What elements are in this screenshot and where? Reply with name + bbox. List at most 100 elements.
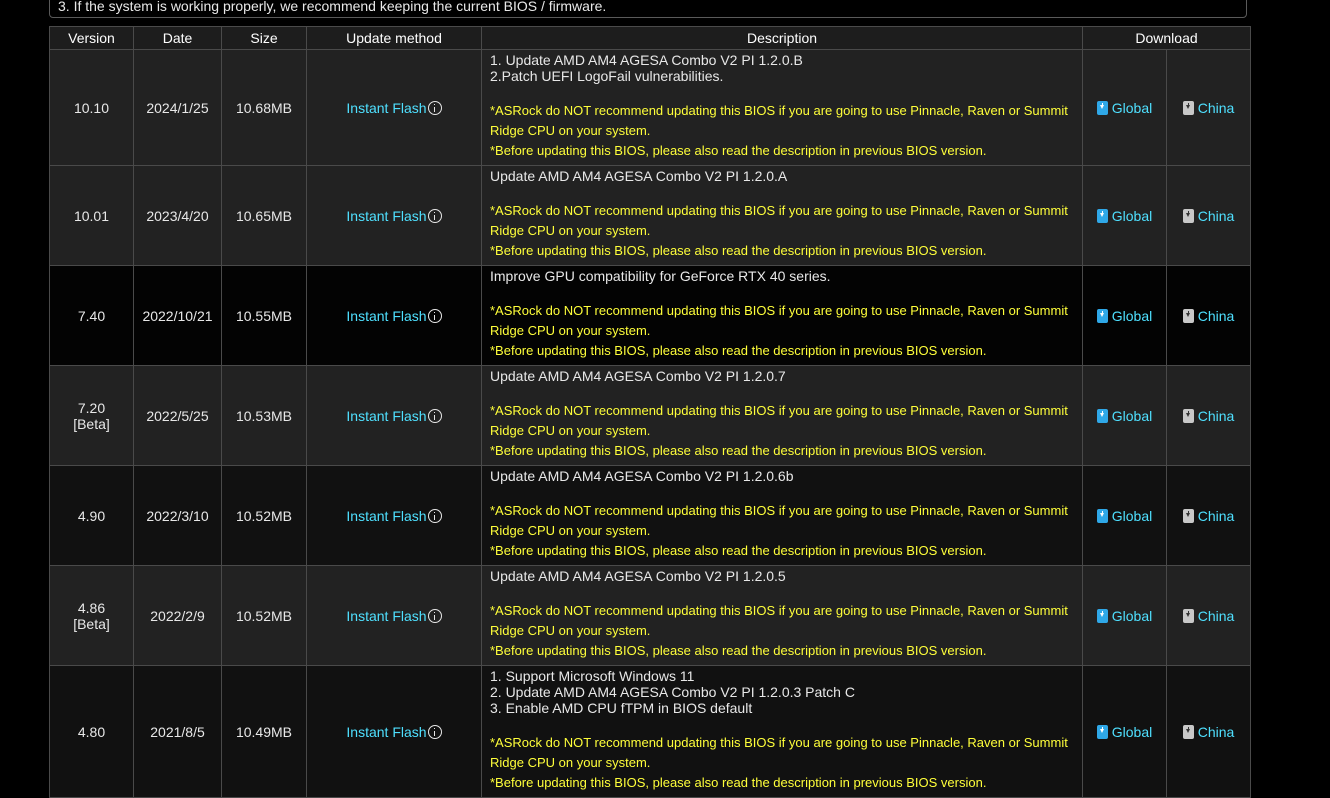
instant-flash-link[interactable]: Instant Flash xyxy=(346,408,426,424)
global-label: Global xyxy=(1111,407,1153,424)
update-method-cell: Instant Flash xyxy=(306,365,482,466)
description-cell: Update AMD AM4 AGESA Combo V2 PI 1.2.0.7… xyxy=(481,365,1083,466)
date-cell: 2022/5/25 xyxy=(133,365,222,466)
download-global-cell: Global xyxy=(1082,49,1167,166)
header-size: Size xyxy=(221,26,307,50)
global-download-link[interactable]: Global xyxy=(1096,508,1152,524)
table-row: 4.86 [Beta] 2022/2/9 10.52MB Instant Fla… xyxy=(49,565,1252,666)
instant-flash-link[interactable]: Instant Flash xyxy=(346,508,426,524)
table-row: 10.01 2023/4/20 10.65MB Instant Flash Up… xyxy=(49,165,1252,266)
download-china-cell: China xyxy=(1165,465,1252,566)
global-download-link[interactable]: Global xyxy=(1096,407,1153,424)
bios-table: Version Date Size Update method Descript… xyxy=(49,26,1252,798)
table-row: 7.20 [Beta] 2022/5/25 10.53MB Instant Fl… xyxy=(49,365,1252,466)
download-file-icon xyxy=(1096,208,1108,223)
warning-previous: *Before updating this BIOS, please also … xyxy=(490,775,987,790)
download-file-icon xyxy=(1182,508,1194,523)
warning-cpu: *ASRock do NOT recommend updating this B… xyxy=(490,203,1068,238)
description-line: 1. Update AMD AM4 AGESA Combo V2 PI 1.2.… xyxy=(490,52,803,68)
instant-flash-link[interactable]: Instant Flash xyxy=(346,100,426,116)
warning-cpu: *ASRock do NOT recommend updating this B… xyxy=(490,503,1068,538)
global-download-link[interactable]: Global xyxy=(1096,307,1153,324)
table-header-row: Version Date Size Update method Descript… xyxy=(49,26,1252,50)
download-file-icon xyxy=(1182,608,1194,623)
global-label: Global xyxy=(1111,723,1153,740)
warning-previous: *Before updating this BIOS, please also … xyxy=(490,143,987,158)
warning-previous: *Before updating this BIOS, please also … xyxy=(490,443,987,458)
version-cell: 7.40 xyxy=(49,265,134,366)
version-cell: 10.10 xyxy=(49,49,134,166)
version-number: 7.20 xyxy=(77,399,106,416)
warning-previous: *Before updating this BIOS, please also … xyxy=(490,343,987,358)
global-download-link[interactable]: Global xyxy=(1096,723,1153,740)
download-file-icon xyxy=(1096,608,1108,623)
warning-previous: *Before updating this BIOS, please also … xyxy=(490,243,987,258)
header-update-method: Update method xyxy=(306,26,482,50)
warning-cpu: *ASRock do NOT recommend updating this B… xyxy=(490,735,1068,770)
china-download-link[interactable]: China xyxy=(1182,207,1235,224)
china-label: China xyxy=(1197,407,1235,424)
header-description: Description xyxy=(481,26,1083,50)
global-download-link[interactable]: Global xyxy=(1096,207,1153,224)
download-file-icon xyxy=(1182,208,1194,223)
info-icon[interactable] xyxy=(427,208,442,223)
size-cell: 10.68MB xyxy=(221,49,307,166)
download-global-cell: Global xyxy=(1082,465,1167,566)
download-file-icon xyxy=(1182,308,1194,323)
description-line: Update AMD AM4 AGESA Combo V2 PI 1.2.0.5 xyxy=(490,568,786,584)
size-cell: 10.49MB xyxy=(221,665,307,798)
date-cell: 2022/2/9 xyxy=(133,565,222,666)
info-icon[interactable] xyxy=(427,408,442,423)
download-file-icon xyxy=(1182,100,1194,115)
update-method-cell: Instant Flash xyxy=(306,265,482,366)
version-cell: 4.80 xyxy=(49,665,134,798)
info-icon[interactable] xyxy=(427,308,442,323)
download-china-cell: China xyxy=(1165,565,1252,666)
global-download-link[interactable]: Global xyxy=(1096,100,1152,116)
date-cell: 2022/3/10 xyxy=(133,465,222,566)
china-download-link[interactable]: China xyxy=(1182,308,1234,324)
china-download-link[interactable]: China xyxy=(1182,723,1235,740)
instant-flash-link[interactable]: Instant Flash xyxy=(346,608,426,624)
date-cell: 2021/8/5 xyxy=(133,665,222,798)
version-number: 4.86 xyxy=(77,599,106,616)
table-row: 7.40 2022/10/21 10.55MB Instant Flash Im… xyxy=(49,265,1252,366)
description-line: 3. Enable AMD CPU fTPM in BIOS default xyxy=(490,700,753,716)
china-label: China xyxy=(1197,207,1235,224)
description-cell: Update AMD AM4 AGESA Combo V2 PI 1.2.0.6… xyxy=(481,465,1083,566)
instant-flash-link[interactable]: Instant Flash xyxy=(346,724,426,740)
download-china-cell: China xyxy=(1165,165,1252,266)
description-cell: 1. Support Microsoft Windows 11 2. Updat… xyxy=(481,665,1083,798)
header-date: Date xyxy=(133,26,222,50)
description-line: Update AMD AM4 AGESA Combo V2 PI 1.2.0.6… xyxy=(490,468,794,484)
version-cell: 7.20 [Beta] xyxy=(49,365,134,466)
version-cell: 4.90 xyxy=(49,465,134,566)
global-download-link[interactable]: Global xyxy=(1096,608,1152,624)
info-icon[interactable] xyxy=(427,608,442,623)
size-cell: 10.55MB xyxy=(221,265,307,366)
china-download-link[interactable]: China xyxy=(1182,508,1234,524)
update-method-cell: Instant Flash xyxy=(306,49,482,166)
china-download-link[interactable]: China xyxy=(1182,407,1235,424)
update-method-cell: Instant Flash xyxy=(306,465,482,566)
china-label: China xyxy=(1197,607,1235,624)
global-label: Global xyxy=(1111,307,1153,324)
global-label: Global xyxy=(1111,207,1153,224)
china-download-link[interactable]: China xyxy=(1182,99,1235,116)
version-cell: 4.86 [Beta] xyxy=(49,565,134,666)
china-label: China xyxy=(1197,99,1235,116)
instant-flash-link[interactable]: Instant Flash xyxy=(346,208,426,224)
download-china-cell: China xyxy=(1165,665,1252,798)
info-icon[interactable] xyxy=(427,100,442,115)
instant-flash-link[interactable]: Instant Flash xyxy=(346,308,426,324)
info-icon[interactable] xyxy=(427,508,442,523)
warning-cpu: *ASRock do NOT recommend updating this B… xyxy=(490,603,1068,638)
download-global-cell: Global xyxy=(1082,265,1167,366)
beta-badge: [Beta] xyxy=(73,415,110,432)
download-global-cell: Global xyxy=(1082,365,1167,466)
recommendation-note: 3. If the system is working properly, we… xyxy=(49,0,1247,18)
warning-previous: *Before updating this BIOS, please also … xyxy=(490,543,987,558)
china-download-link[interactable]: China xyxy=(1182,607,1235,624)
warning-cpu: *ASRock do NOT recommend updating this B… xyxy=(490,303,1068,338)
china-label: China xyxy=(1197,723,1235,740)
